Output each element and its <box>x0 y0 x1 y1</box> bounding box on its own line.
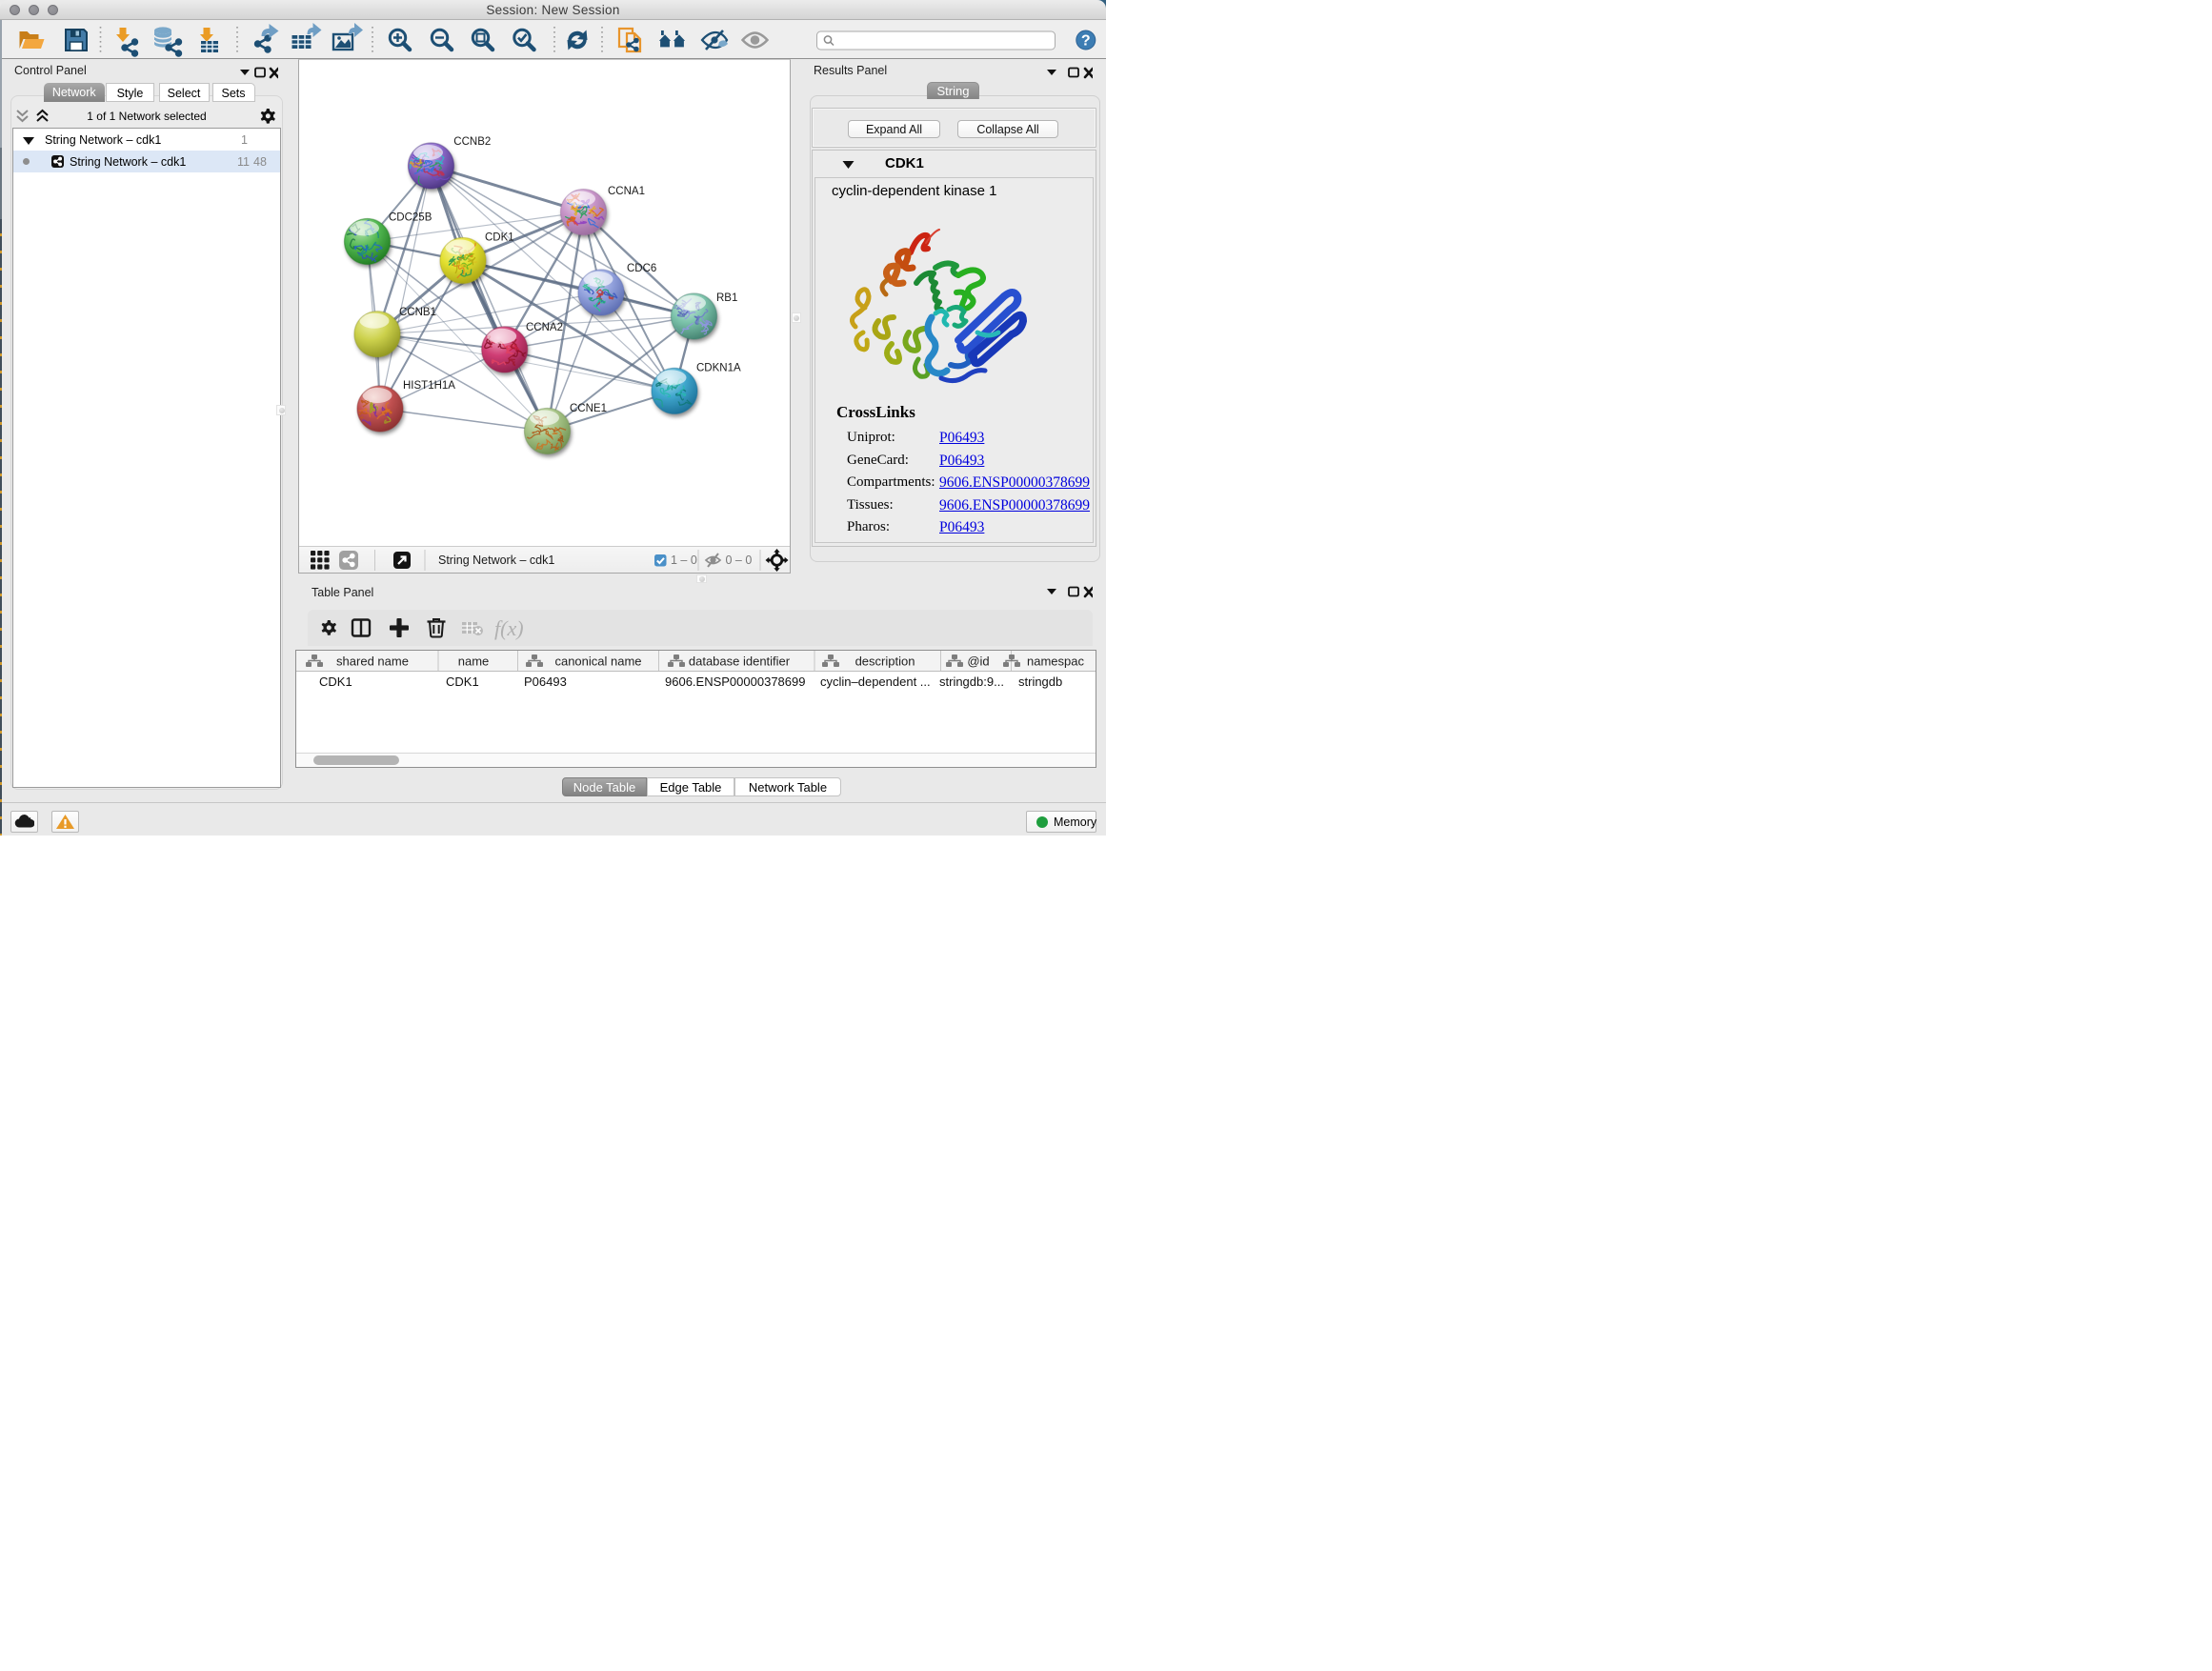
svg-text:HIST1H1A: HIST1H1A <box>403 380 455 392</box>
svg-text:name: name <box>458 654 490 669</box>
svg-text:CCNB2: CCNB2 <box>453 136 491 148</box>
svg-text:shared name: shared name <box>336 654 409 669</box>
svg-text:namespac: namespac <box>1027 654 1084 669</box>
svg-text:CDKN1A: CDKN1A <box>696 363 741 374</box>
svg-text:RB1: RB1 <box>716 292 737 304</box>
svg-text:database identifier: database identifier <box>689 654 791 669</box>
svg-text:0 – 0: 0 – 0 <box>726 554 753 567</box>
svg-text:CDC6: CDC6 <box>627 263 656 274</box>
svg-text:CCNA1: CCNA1 <box>608 186 645 197</box>
svg-text:CCNE1: CCNE1 <box>570 403 607 414</box>
svg-text:CCNB1: CCNB1 <box>399 307 436 318</box>
svg-text:@id: @id <box>967 654 989 669</box>
svg-text:CDK1: CDK1 <box>485 232 514 244</box>
svg-text:CDC25B: CDC25B <box>389 212 432 224</box>
svg-text:1 – 0: 1 – 0 <box>671 554 697 567</box>
svg-text:?: ? <box>1081 33 1091 50</box>
svg-text:f(x): f(x) <box>494 616 524 640</box>
svg-text:canonical name: canonical name <box>554 654 641 669</box>
svg-text:CCNA2: CCNA2 <box>526 322 563 333</box>
svg-text:description: description <box>855 654 915 669</box>
